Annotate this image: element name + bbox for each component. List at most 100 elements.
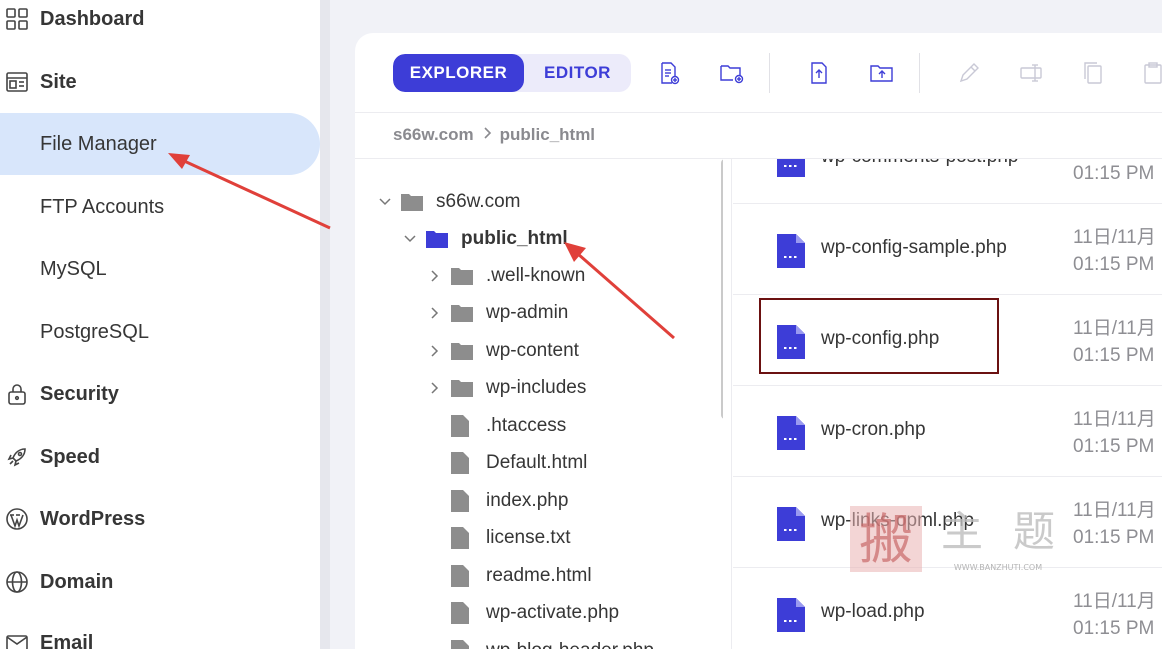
tree-item[interactable]: readme.html: [427, 561, 592, 591]
tree-item[interactable]: wp-content: [427, 336, 579, 366]
rename-pen-icon[interactable]: [957, 61, 981, 85]
nav-site[interactable]: Site: [0, 51, 320, 113]
tree-item[interactable]: wp-activate.php: [427, 598, 619, 628]
file-icon: [451, 490, 473, 512]
nav-speed[interactable]: Speed: [0, 426, 320, 488]
file-icon: [451, 527, 473, 549]
file-date: 11日/11月: [1073, 318, 1156, 339]
breadcrumb-root[interactable]: s66w.com: [393, 125, 474, 145]
folder-icon: [451, 267, 473, 285]
tree-item-label: wp-admin: [486, 302, 569, 323]
breadcrumb-current[interactable]: public_html: [500, 125, 595, 145]
file-row[interactable]: wp-config-sample.php 11日/11月 01:15 PM: [733, 204, 1162, 295]
file-time: 01:15 PM: [1073, 163, 1155, 184]
nav-email[interactable]: Email: [0, 612, 320, 649]
php-file-icon: [777, 159, 805, 182]
file-time: 01:15 PM: [1073, 345, 1155, 366]
svg-text:搬: 搬: [859, 508, 913, 571]
svg-text:题: 题: [1013, 507, 1055, 556]
tree-item-label: wp-content: [486, 340, 579, 361]
toolbar-separator: [769, 53, 770, 93]
tree-item-label: .well-known: [486, 265, 586, 286]
tree-item[interactable]: wp-includes: [427, 373, 586, 403]
tree-item[interactable]: license.txt: [427, 523, 570, 553]
nav-email-label: Email: [40, 631, 94, 649]
nav-ftp-accounts[interactable]: FTP Accounts: [0, 176, 320, 238]
nav-wordpress[interactable]: WordPress: [0, 488, 320, 550]
svg-text:WWW.BANZHUTI.COM: WWW.BANZHUTI.COM: [954, 563, 1042, 572]
sidebar-divider: [320, 0, 330, 649]
chevron-down-icon[interactable]: [402, 235, 418, 243]
new-folder-icon[interactable]: [719, 61, 744, 85]
file-icon: [451, 452, 473, 474]
folder-icon: [451, 304, 473, 322]
tree-item-label: license.txt: [486, 527, 571, 548]
tree-item[interactable]: .well-known: [427, 261, 585, 291]
php-file-icon: [777, 598, 805, 637]
file-icon: [451, 602, 473, 624]
chevron-right-icon: [482, 125, 492, 145]
chevron-down-icon[interactable]: [377, 198, 393, 206]
file-row[interactable]: wp-cron.php 11日/11月 01:15 PM: [733, 386, 1162, 477]
nav-security[interactable]: Security: [0, 363, 320, 425]
sidebar: Dashboard Site File Manager FTP Accounts…: [0, 0, 320, 649]
copy-icon[interactable]: [1081, 61, 1105, 85]
nav-domain[interactable]: Domain: [0, 551, 320, 613]
tree-scrollbar[interactable]: [721, 159, 723, 419]
chevron-right-icon[interactable]: [427, 345, 443, 357]
nav-postgresql[interactable]: PostgreSQL: [0, 301, 320, 363]
chevron-right-icon[interactable]: [427, 382, 443, 394]
php-file-icon: [777, 416, 805, 455]
site-icon: [0, 70, 40, 94]
tree-item-label: readme.html: [486, 565, 592, 586]
upload-folder-icon[interactable]: [869, 61, 893, 85]
nav-site-label: Site: [40, 70, 77, 93]
highlight-box: [759, 298, 999, 374]
file-date: 11日/11月: [1073, 591, 1156, 612]
tree-item[interactable]: index.php: [427, 486, 568, 516]
nav-dashboard[interactable]: Dashboard: [0, 0, 320, 50]
rocket-icon: [0, 445, 40, 469]
tree-item[interactable]: Default.html: [427, 448, 587, 478]
editor-tab[interactable]: EDITOR: [524, 54, 631, 92]
explorer-tab[interactable]: EXPLORER: [393, 54, 524, 92]
new-file-icon[interactable]: [657, 61, 681, 85]
file-date: 11日/11月: [1073, 409, 1156, 430]
chevron-right-icon[interactable]: [427, 307, 443, 319]
file-name: wp-load.php: [821, 601, 925, 622]
lock-icon: [0, 382, 40, 406]
tree-item[interactable]: wp-admin: [427, 298, 568, 328]
tree-item-label: wp-includes: [486, 377, 587, 398]
file-date: 11日/11月: [1073, 227, 1156, 248]
file-row[interactable]: wp-comments-post.php 01:15 PM: [733, 159, 1162, 204]
nav-security-label: Security: [40, 382, 119, 405]
folder-open-icon: [426, 230, 448, 248]
mail-icon: [0, 631, 40, 649]
nav-file-manager[interactable]: File Manager: [0, 113, 320, 175]
tree-item-label: index.php: [486, 490, 569, 511]
tree-folder-public-html[interactable]: public_html: [402, 224, 568, 254]
nav-ftp-accounts-label: FTP Accounts: [40, 195, 165, 218]
upload-file-icon[interactable]: [807, 61, 831, 85]
php-file-icon: [777, 234, 805, 273]
tree-item-label: wp-blog-header.php: [486, 640, 654, 649]
folder-icon: [451, 379, 473, 397]
file-icon: [451, 565, 473, 587]
tree-item-label: Default.html: [486, 452, 588, 473]
chevron-right-icon[interactable]: [427, 270, 443, 282]
nav-postgresql-label: PostgreSQL: [40, 320, 149, 343]
file-row[interactable]: wp-load.php 11日/11月 01:15 PM: [733, 568, 1162, 649]
tree-item[interactable]: .htaccess: [427, 411, 566, 441]
watermark: 搬 主 题 WWW.BANZHUTI.COM: [848, 500, 1078, 576]
paste-icon[interactable]: [1141, 61, 1162, 85]
file-time: 01:15 PM: [1073, 618, 1155, 639]
rename-field-icon[interactable]: [1019, 61, 1043, 85]
tree-item-label: wp-activate.php: [486, 602, 620, 623]
toolbar: EXPLORER EDITOR: [355, 33, 1162, 113]
pane-divider: [731, 159, 732, 649]
tree-item[interactable]: wp-blog-header.php: [427, 636, 654, 649]
file-time: 01:15 PM: [1073, 436, 1155, 457]
nav-mysql[interactable]: MySQL: [0, 238, 320, 300]
svg-text:主: 主: [941, 507, 983, 556]
tree-root[interactable]: s66w.com: [377, 187, 520, 217]
